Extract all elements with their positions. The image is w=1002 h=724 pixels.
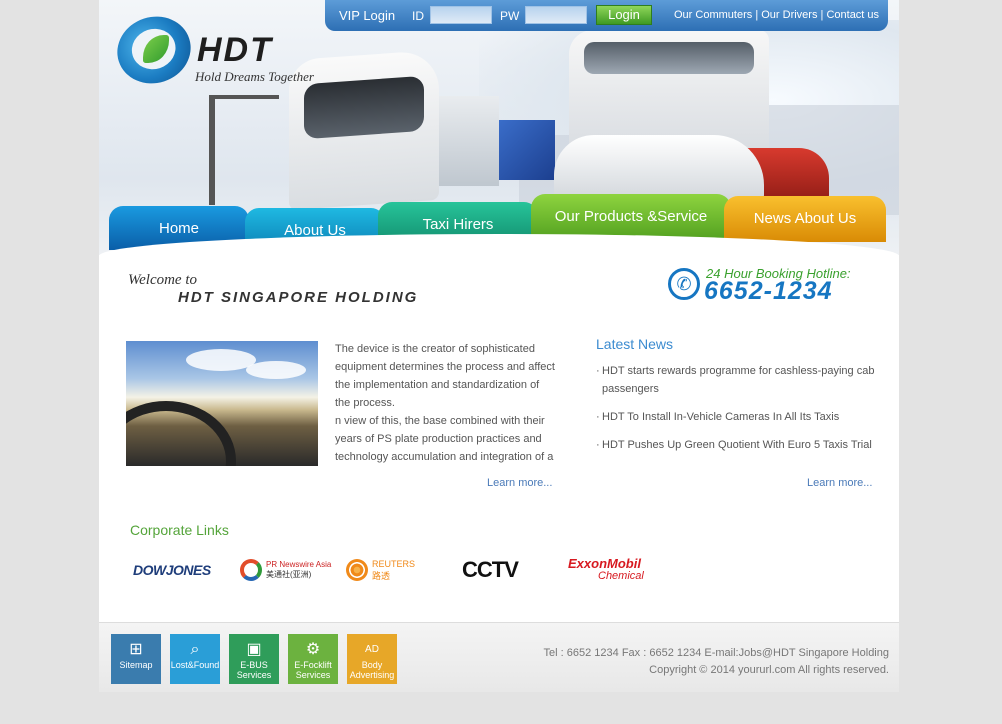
reuters-subtext: 路透 — [372, 571, 391, 581]
search-icon: ⌕ — [190, 641, 200, 658]
link-separator: | — [820, 9, 824, 21]
pr-newswire-text: PR Newswire Asia — [266, 560, 332, 569]
tab-news-about-us[interactable]: News About Us — [724, 196, 886, 242]
hotline-number: 6652-1234 — [704, 277, 833, 305]
tab-news-about-us-label: News About Us — [753, 210, 857, 227]
welcome-heading: Welcome to HDT SINGAPORE HOLDING — [128, 272, 418, 306]
tab-products-service-label: Our Products &Service — [554, 208, 708, 225]
lost-found-label: Lost&Found — [170, 660, 220, 670]
page: HDT Hold Dreams Together VIP Login ID PW… — [99, 0, 899, 692]
exxonmobil-text: ExxonMobil — [568, 556, 641, 571]
tab-taxi-hirers-label: Taxi Hirers — [422, 216, 494, 233]
forklift-services-label: E-Focklift Services — [294, 660, 332, 680]
tab-home-label: Home — [158, 220, 199, 237]
intro-text: The device is the creator of sophisticat… — [335, 340, 557, 466]
steering-wheel — [126, 401, 236, 466]
lost-found-button[interactable]: ⌕ Lost&Found — [170, 634, 220, 684]
cctv-text: CCTV — [462, 557, 519, 582]
intro-learn-more-link[interactable]: Learn more... — [487, 477, 552, 489]
reuters-logo[interactable]: REUTERS 路透 — [346, 552, 415, 588]
intro-paragraph: The device is the creator of sophisticat… — [335, 343, 555, 409]
phone-icon: ✆ — [668, 268, 700, 300]
forklift-icon: ⚙ — [305, 641, 321, 658]
welcome-line1: Welcome to — [128, 272, 198, 288]
welcome-line2: HDT SINGAPORE HOLDING — [178, 289, 419, 306]
news-learn-more-link[interactable]: Learn more... — [807, 477, 872, 489]
forklift-services-button[interactable]: ⚙ E-Focklift Services — [288, 634, 338, 684]
pr-newswire-icon — [240, 559, 262, 581]
link-contact-us[interactable]: Contact us — [826, 9, 879, 21]
latest-news-title: Latest News — [596, 336, 674, 352]
ad-icon: AD — [365, 644, 379, 655]
corporate-logos: DOWJONES PR Newswire Asia 美通社(亚洲) REUTER… — [128, 552, 768, 592]
link-separator: | — [755, 9, 759, 21]
dowjones-text: DOWJONES — [133, 562, 211, 578]
pr-newswire-subtext: 美通社(亚洲) — [266, 570, 312, 579]
charging-station-image — [439, 96, 499, 186]
ebus-services-label: E-BUS Services — [236, 660, 272, 680]
reuters-text: REUTERS — [372, 559, 416, 569]
main-nav: Home About Us Taxi Hirers Our Products &… — [99, 190, 899, 255]
sitemap-icon: ⊞ — [129, 641, 143, 658]
link-our-drivers[interactable]: Our Drivers — [761, 9, 817, 21]
header-banner: HDT Hold Dreams Together VIP Login ID PW… — [99, 0, 899, 255]
news-item[interactable]: HDT starts rewards programme for cashles… — [596, 362, 876, 398]
news-list: HDT starts rewards programme for cashles… — [596, 362, 876, 464]
body-advertising-button[interactable]: AD Body Advertising — [347, 634, 397, 684]
copyright: Copyright © 2014 yoururl.com All rights … — [649, 664, 889, 676]
cloud — [246, 361, 306, 379]
password-input[interactable] — [525, 6, 587, 24]
corporate-links-title: Corporate Links — [130, 522, 229, 538]
sitemap-button[interactable]: ⊞ Sitemap — [111, 634, 161, 684]
exxonmobil-logo[interactable]: ExxonMobil Chemical — [568, 552, 644, 588]
intro-paragraph: n view of this, the base combined with t… — [335, 415, 554, 463]
forklift-image — [209, 95, 279, 205]
id-input[interactable] — [430, 6, 492, 24]
dowjones-logo[interactable]: DOWJONES — [133, 552, 211, 588]
cctv-logo[interactable]: CCTV — [462, 552, 519, 588]
logo-text: HDT — [197, 31, 273, 69]
pr-newswire-logo[interactable]: PR Newswire Asia 美通社(亚洲) — [240, 552, 331, 588]
ebus-services-button[interactable]: ▣ E-BUS Services — [229, 634, 279, 684]
body-advertising-label: Body Advertising — [349, 660, 395, 680]
exxonmobil-subtext: Chemical — [598, 570, 644, 582]
news-item[interactable]: HDT To Install In-Vehicle Cameras In All… — [596, 408, 876, 426]
id-label: ID — [412, 9, 424, 23]
login-button[interactable]: Login — [596, 5, 652, 25]
truck-window — [584, 42, 754, 74]
footer-contact: Tel : 6652 1234 Fax : 6652 1234 E-mail:J… — [544, 645, 889, 679]
news-item[interactable]: HDT Pushes Up Green Quotient With Euro 5… — [596, 436, 876, 454]
driving-image — [126, 341, 318, 466]
logo[interactable]: HDT Hold Dreams Together — [108, 7, 327, 93]
reuters-icon — [346, 559, 368, 581]
footer: ⊞ Sitemap ⌕ Lost&Found ▣ E-BUS Services … — [99, 622, 899, 692]
logo-slogan: Hold Dreams Together — [195, 69, 314, 84]
sitemap-label: Sitemap — [119, 660, 153, 670]
contact-line: Tel : 6652 1234 Fax : 6652 1234 E-mail:J… — [543, 647, 889, 659]
pw-label: PW — [500, 9, 520, 23]
solar-panel-image — [499, 120, 555, 180]
bus-icon: ▣ — [246, 641, 262, 658]
booking-hotline: ✆ 24 Hour Booking Hotline: 6652-1234 — [668, 266, 873, 305]
vip-login-label: VIP Login — [339, 8, 396, 23]
link-our-commuters[interactable]: Our Commuters — [674, 9, 752, 21]
login-bar: VIP Login ID PW Login Our Commuters | Ou… — [325, 0, 888, 31]
top-links: Our Commuters | Our Drivers | Contact us — [674, 9, 879, 21]
